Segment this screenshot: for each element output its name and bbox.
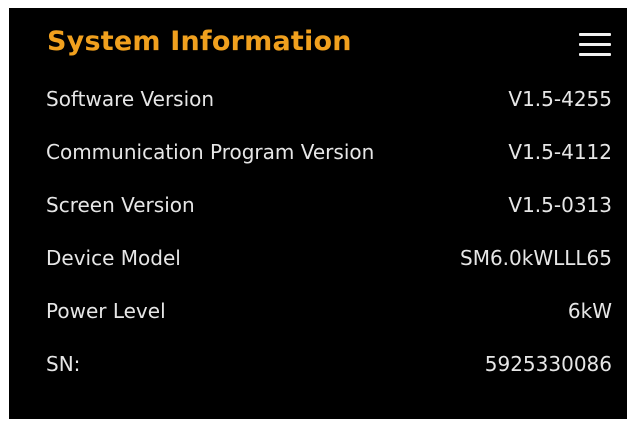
info-row-communication-program-version: Communication Program Version V1.5-4112	[9, 130, 627, 183]
info-row-power-level: Power Level 6kW	[9, 289, 627, 342]
info-value: SM6.0kWLLL65	[460, 246, 612, 270]
info-label: Power Level	[46, 299, 166, 323]
info-value: 5925330086	[484, 352, 612, 376]
menu-line	[579, 53, 611, 56]
info-value: 6kW	[567, 299, 612, 323]
info-value: V1.5-0313	[508, 193, 612, 217]
info-label: Screen Version	[46, 193, 195, 217]
info-row-serial-number: SN: 5925330086	[9, 342, 627, 395]
info-label: Software Version	[46, 87, 215, 111]
info-value: V1.5-4255	[508, 87, 612, 111]
page-title: System Information	[47, 26, 352, 57]
info-row-device-model: Device Model SM6.0kWLLL65	[9, 236, 627, 289]
menu-line	[579, 43, 611, 46]
info-label: Device Model	[46, 246, 181, 270]
info-value: V1.5-4112	[508, 140, 612, 164]
info-row-screen-version: Screen Version V1.5-0313	[9, 183, 627, 236]
menu-line	[579, 33, 611, 36]
info-row-software-version: Software Version V1.5-4255	[9, 77, 627, 130]
system-information-screen: System Information Software Version V1.5…	[9, 8, 627, 419]
info-label: Communication Program Version	[46, 140, 375, 164]
hamburger-menu-icon[interactable]	[579, 32, 613, 58]
info-list: Software Version V1.5-4255 Communication…	[9, 77, 627, 395]
info-label: SN:	[46, 352, 81, 376]
header-bar: System Information	[9, 8, 627, 78]
